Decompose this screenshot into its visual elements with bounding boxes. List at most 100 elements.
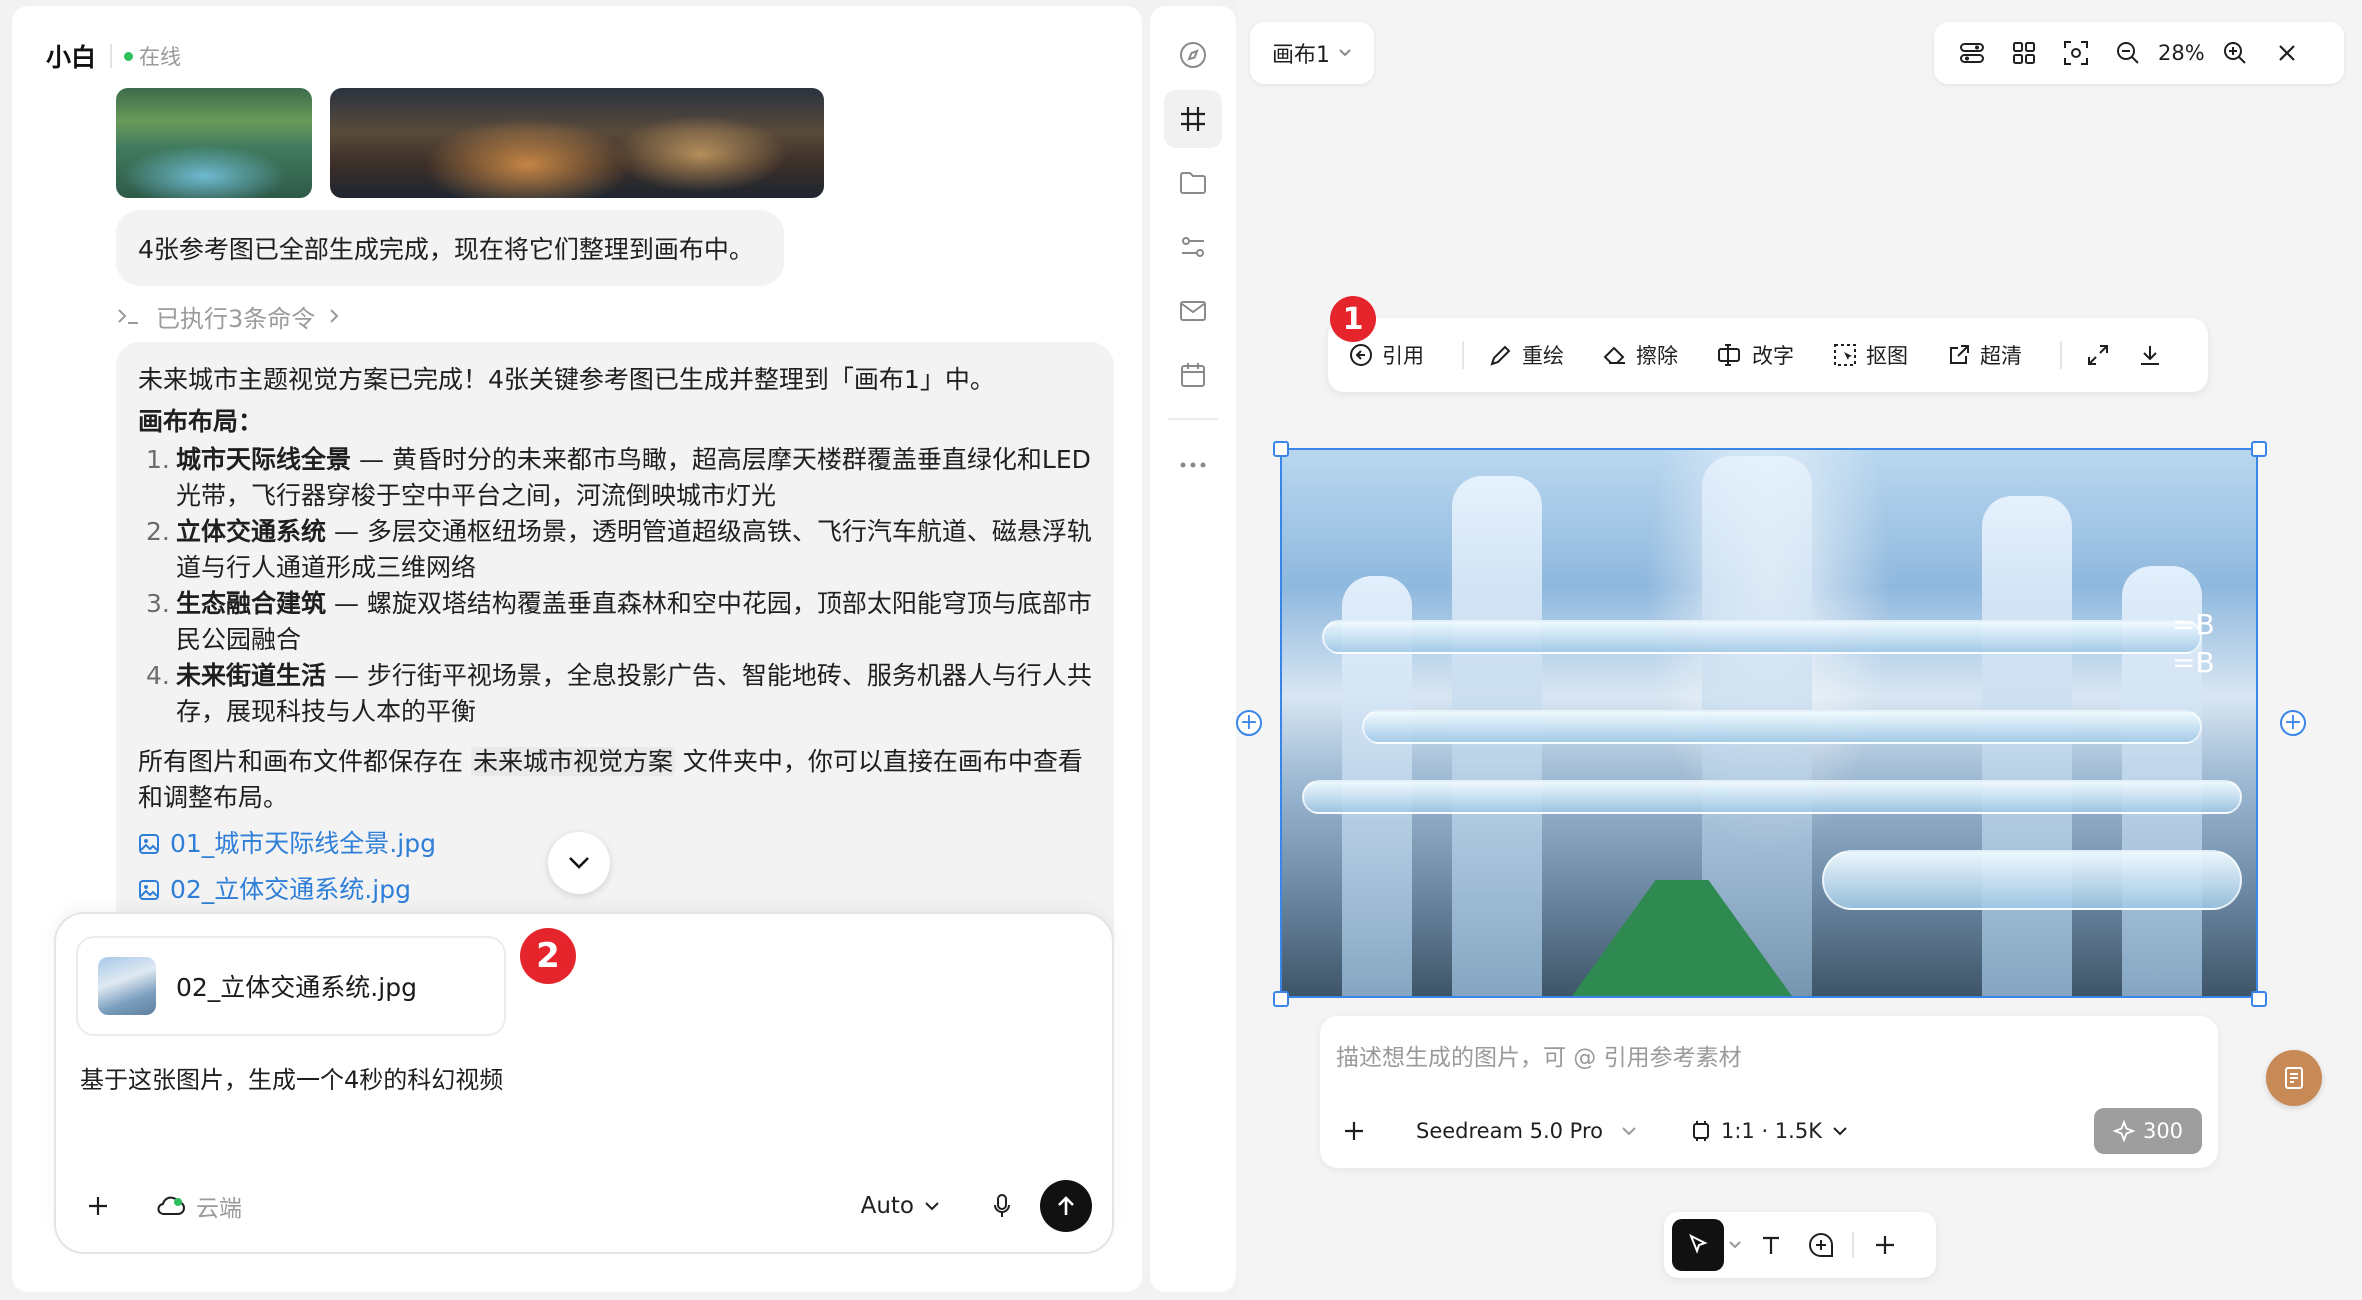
quote-icon — [1348, 342, 1374, 368]
summary-intro: 未来城市主题视觉方案已完成！4张关键参考图已生成并整理到「画布1」中。 — [138, 365, 995, 394]
chat-panel: 小白 在线 4张参考图已全部生成完成，现在将它们整理到画布中。 已执行3条命令 … — [12, 6, 1142, 1292]
list-item-title: 城市天际线全景 — [176, 445, 352, 474]
chevron-down-icon — [924, 1201, 940, 1211]
list-number: 4. — [146, 661, 170, 690]
message-composer: 02_立体交通系统.jpg 基于这张图片，生成一个4秒的科幻视频 云端 Auto — [54, 912, 1114, 1254]
generate-button[interactable]: 300 — [2094, 1108, 2202, 1154]
composer-input[interactable]: 基于这张图片，生成一个4秒的科幻视频 — [80, 1060, 503, 1095]
select-tool-menu[interactable] — [1724, 1220, 1746, 1270]
compass-icon — [1178, 40, 1208, 70]
list-item: 1. 城市天际线全景 — 黄昏时分的未来都市鸟瞰，超高层摩天楼群覆盖垂直绿化和LE… — [138, 442, 1092, 514]
expand-button[interactable] — [2086, 330, 2110, 380]
cutout-label: 抠图 — [1866, 344, 1908, 368]
explore-button[interactable] — [1164, 26, 1222, 84]
mail-button[interactable] — [1164, 282, 1222, 340]
chevron-down-icon — [1338, 48, 1352, 58]
online-status-dot — [124, 51, 134, 61]
header-divider — [110, 44, 113, 68]
file-link-skyline[interactable]: 01_城市天际线全景.jpg — [138, 826, 1092, 862]
edit-text-button[interactable]: 改字 — [1716, 330, 1794, 380]
files-button[interactable] — [1164, 154, 1222, 212]
saved-text-pre: 所有图片和画布文件都保存在 — [138, 747, 471, 776]
scroll-to-bottom-button[interactable] — [548, 832, 610, 894]
cutout-button[interactable]: 抠图 — [1832, 330, 1908, 380]
settings-sliders-icon — [1178, 232, 1208, 262]
zoom-in-icon — [2221, 39, 2249, 67]
attachment-card[interactable]: 02_立体交通系统.jpg — [76, 936, 506, 1036]
toolbar-divider — [1852, 1232, 1854, 1258]
executed-commands-toggle[interactable]: 已执行3条命令 — [116, 296, 341, 336]
generated-image-thumbnail-street[interactable] — [330, 88, 824, 198]
terminal-icon — [116, 306, 142, 326]
resize-handle-bottom-right[interactable] — [2251, 991, 2267, 1007]
canvas-selector[interactable]: 画布1 — [1250, 22, 1374, 84]
add-left-button[interactable]: + — [1236, 710, 1262, 736]
grid-view-button[interactable] — [1998, 29, 2050, 77]
folder-name[interactable]: 未来城市视觉方案 — [470, 747, 675, 776]
model-selector-label: Auto — [860, 1193, 914, 1219]
redraw-label: 重绘 — [1522, 344, 1564, 368]
canvas-area[interactable]: 画布1 28% 引用 重绘 擦除 改字 抠图 超清 =B =B + + 描述想生… — [1236, 0, 2362, 1300]
list-item: 4. 未来街道生活 — 步行街平视场景，全息投影广告、智能地砖、服务机器人与行人共… — [138, 658, 1092, 730]
select-tool-button[interactable] — [1672, 1219, 1724, 1271]
resize-handle-top-right[interactable] — [2251, 441, 2267, 457]
zoom-in-button[interactable] — [2209, 29, 2261, 77]
add-reference-button[interactable] — [1334, 1111, 1374, 1151]
list-item: 3. 生态融合建筑 — 螺旋双塔结构覆盖垂直森林和空中花园，顶部太阳能穹顶与底部市… — [138, 586, 1092, 658]
notes-button[interactable] — [2266, 1050, 2322, 1106]
calendar-button[interactable] — [1164, 346, 1222, 404]
generated-image-thumbnail-eco[interactable] — [116, 88, 312, 198]
file-link-label: 02_立体交通系统.jpg — [170, 875, 411, 904]
executed-commands-label: 已执行3条命令 — [156, 304, 316, 333]
cursor-arrow-icon — [1686, 1233, 1710, 1257]
more-button[interactable] — [1164, 436, 1222, 494]
pencil-icon — [1488, 342, 1514, 368]
zoom-out-button[interactable] — [2102, 29, 2154, 77]
redraw-button[interactable]: 重绘 — [1488, 330, 1564, 380]
list-item-title: 生态融合建筑 — [176, 589, 327, 618]
zoom-out-icon — [2114, 39, 2142, 67]
text-tool-button[interactable] — [1746, 1220, 1796, 1270]
attachment-filename: 02_立体交通系统.jpg — [176, 973, 417, 1002]
fit-to-screen-button[interactable] — [2050, 29, 2102, 77]
resize-handle-bottom-left[interactable] — [1273, 991, 1289, 1007]
prompt-input[interactable]: 描述想生成的图片，可 @ 引用参考素材 — [1336, 1038, 1742, 1072]
model-selector[interactable]: Auto — [861, 1193, 940, 1219]
close-canvas-button[interactable] — [2261, 29, 2313, 77]
resize-handle-top-left[interactable] — [1273, 441, 1289, 457]
ratio-selector[interactable]: 1:1 · 1.5K — [1689, 1119, 1848, 1143]
toolbar-divider — [2060, 341, 2062, 369]
text-tool-icon — [1759, 1233, 1783, 1257]
agent-name: 小白 — [46, 43, 97, 72]
chevron-down-icon — [566, 855, 592, 871]
upscale-button[interactable]: 超清 — [1946, 330, 2022, 380]
zoom-level[interactable]: 28% — [2158, 41, 2205, 65]
workflow-button[interactable] — [1164, 218, 1222, 276]
more-icon — [1178, 461, 1208, 469]
list-number: 1. — [146, 445, 170, 474]
image-model-selector[interactable]: Seedream 5.0 Pro — [1416, 1119, 1637, 1143]
microphone-button[interactable] — [982, 1186, 1022, 1226]
canvas-title: 画布1 — [1272, 43, 1330, 68]
message-text: 4张参考图已全部生成完成，现在将它们整理到画布中。 — [138, 235, 754, 264]
image-prompt-box: 描述想生成的图片，可 @ 引用参考素材 Seedream 5.0 Pro 1:1… — [1320, 1016, 2218, 1168]
chevron-right-icon — [327, 306, 341, 326]
layout-list: 1. 城市天际线全景 — 黄昏时分的未来都市鸟瞰，超高层摩天楼群覆盖垂直绿化和LE… — [138, 442, 1092, 730]
add-element-button[interactable] — [1860, 1220, 1910, 1270]
layers-button[interactable] — [1946, 29, 1998, 77]
chevron-down-icon — [1621, 1126, 1637, 1136]
canvas-top-toolbar: 28% — [1934, 22, 2344, 84]
add-attachment-button[interactable] — [76, 1184, 120, 1228]
file-link-label: 01_城市天际线全景.jpg — [170, 829, 436, 858]
rail-divider — [1168, 418, 1218, 420]
comment-tool-button[interactable] — [1796, 1220, 1846, 1270]
canvas-button[interactable] — [1164, 90, 1222, 148]
file-link-transport[interactable]: 02_立体交通系统.jpg — [138, 872, 1092, 908]
send-button[interactable] — [1040, 1180, 1092, 1232]
cloud-mode-toggle[interactable]: 云端 — [156, 1189, 242, 1223]
download-button[interactable] — [2138, 330, 2162, 380]
add-right-button[interactable]: + — [2280, 710, 2306, 736]
erase-button[interactable]: 擦除 — [1602, 330, 1678, 380]
chevron-down-icon — [1729, 1241, 1741, 1249]
grid-icon — [2011, 40, 2037, 66]
